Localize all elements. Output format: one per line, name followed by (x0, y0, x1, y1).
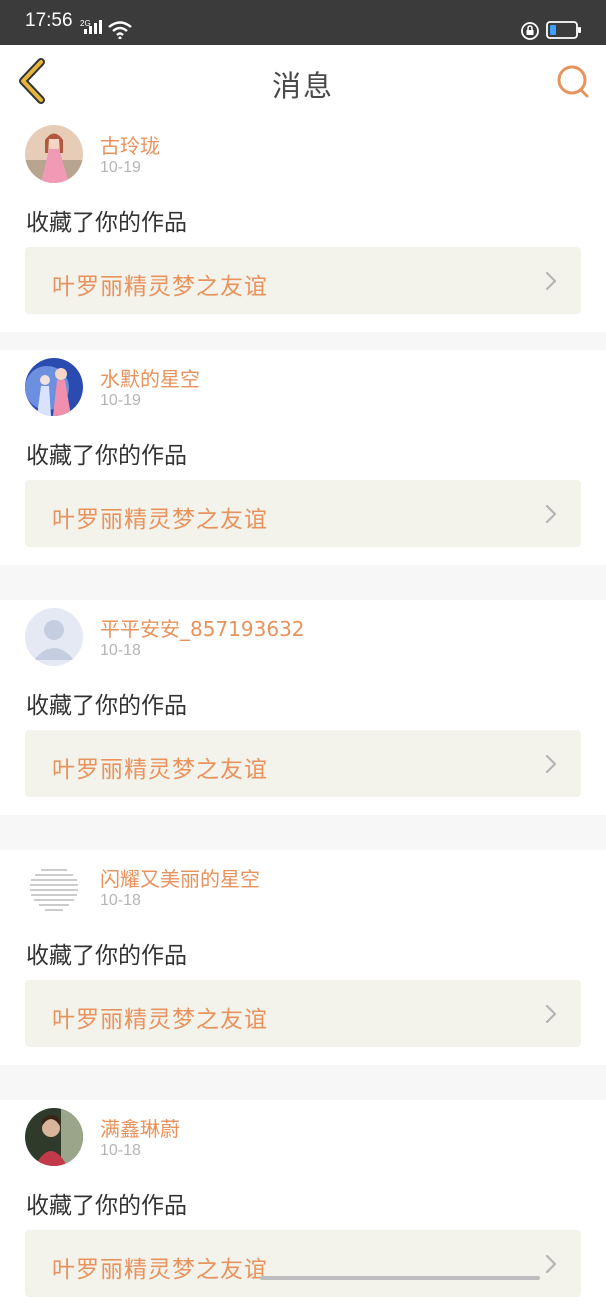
avatar[interactable] (25, 858, 83, 916)
work-link[interactable]: 叶罗丽精灵梦之友谊 (25, 1230, 581, 1297)
search-icon[interactable] (553, 63, 593, 101)
nav-header: 消息 (0, 45, 606, 118)
avatar[interactable] (25, 125, 83, 183)
avatar[interactable] (25, 1108, 83, 1166)
avatar[interactable] (25, 358, 83, 416)
status-bar: 17:56 2G (0, 0, 606, 45)
chevron-right-icon (545, 1254, 557, 1274)
message-date: 10-18 (100, 892, 141, 909)
work-link[interactable]: 叶罗丽精灵梦之友谊 (25, 730, 581, 797)
signal-icon (84, 20, 102, 34)
message-action: 收藏了你的作品 (26, 210, 187, 236)
work-title: 叶罗丽精灵梦之友谊 (52, 274, 268, 300)
work-title: 叶罗丽精灵梦之友谊 (52, 1257, 268, 1283)
message-date: 10-19 (100, 159, 141, 176)
work-link[interactable]: 叶罗丽精灵梦之友谊 (25, 980, 581, 1047)
sender-name[interactable]: 闪耀又美丽的星空 (100, 863, 260, 892)
work-title: 叶罗丽精灵梦之友谊 (52, 507, 268, 533)
sender-name[interactable]: 水默的星空 (100, 363, 200, 392)
message-card: 古玲珑 10-19 收藏了你的作品 叶罗丽精灵梦之友谊 (0, 117, 606, 332)
page-title: 消息 (271, 69, 334, 103)
message-action: 收藏了你的作品 (26, 943, 187, 969)
chevron-right-icon (545, 504, 557, 524)
chevron-right-icon (545, 1004, 557, 1024)
status-time: 17:56 (25, 10, 73, 31)
sender-name[interactable]: 平平安安_857193632 (100, 613, 305, 642)
battery-icon (546, 21, 581, 39)
message-date: 10-18 (100, 642, 141, 659)
message-card: 水默的星空 10-19 收藏了你的作品 叶罗丽精灵梦之友谊 (0, 350, 606, 565)
work-link[interactable]: 叶罗丽精灵梦之友谊 (25, 480, 581, 547)
avatar[interactable] (25, 608, 83, 666)
work-title: 叶罗丽精灵梦之友谊 (52, 757, 268, 783)
message-card: 满鑫琳蔚 10-18 收藏了你的作品 叶罗丽精灵梦之友谊 (0, 1100, 606, 1315)
sender-name[interactable]: 满鑫琳蔚 (100, 1113, 180, 1142)
rotation-lock-icon (521, 22, 539, 40)
message-action: 收藏了你的作品 (26, 1193, 187, 1219)
sender-name[interactable]: 古玲珑 (100, 130, 160, 159)
message-action: 收藏了你的作品 (26, 443, 187, 469)
work-link[interactable]: 叶罗丽精灵梦之友谊 (25, 247, 581, 314)
message-date: 10-18 (100, 1142, 141, 1159)
message-card: 闪耀又美丽的星空 10-18 收藏了你的作品 叶罗丽精灵梦之友谊 (0, 850, 606, 1065)
message-date: 10-19 (100, 392, 141, 409)
scroll-indicator[interactable] (260, 1276, 540, 1280)
message-action: 收藏了你的作品 (26, 693, 187, 719)
chevron-right-icon (545, 754, 557, 774)
message-card: 平平安安_857193632 10-18 收藏了你的作品 叶罗丽精灵梦之友谊 (0, 600, 606, 815)
chevron-right-icon (545, 271, 557, 291)
work-title: 叶罗丽精灵梦之友谊 (52, 1007, 268, 1033)
wifi-icon (108, 21, 132, 39)
